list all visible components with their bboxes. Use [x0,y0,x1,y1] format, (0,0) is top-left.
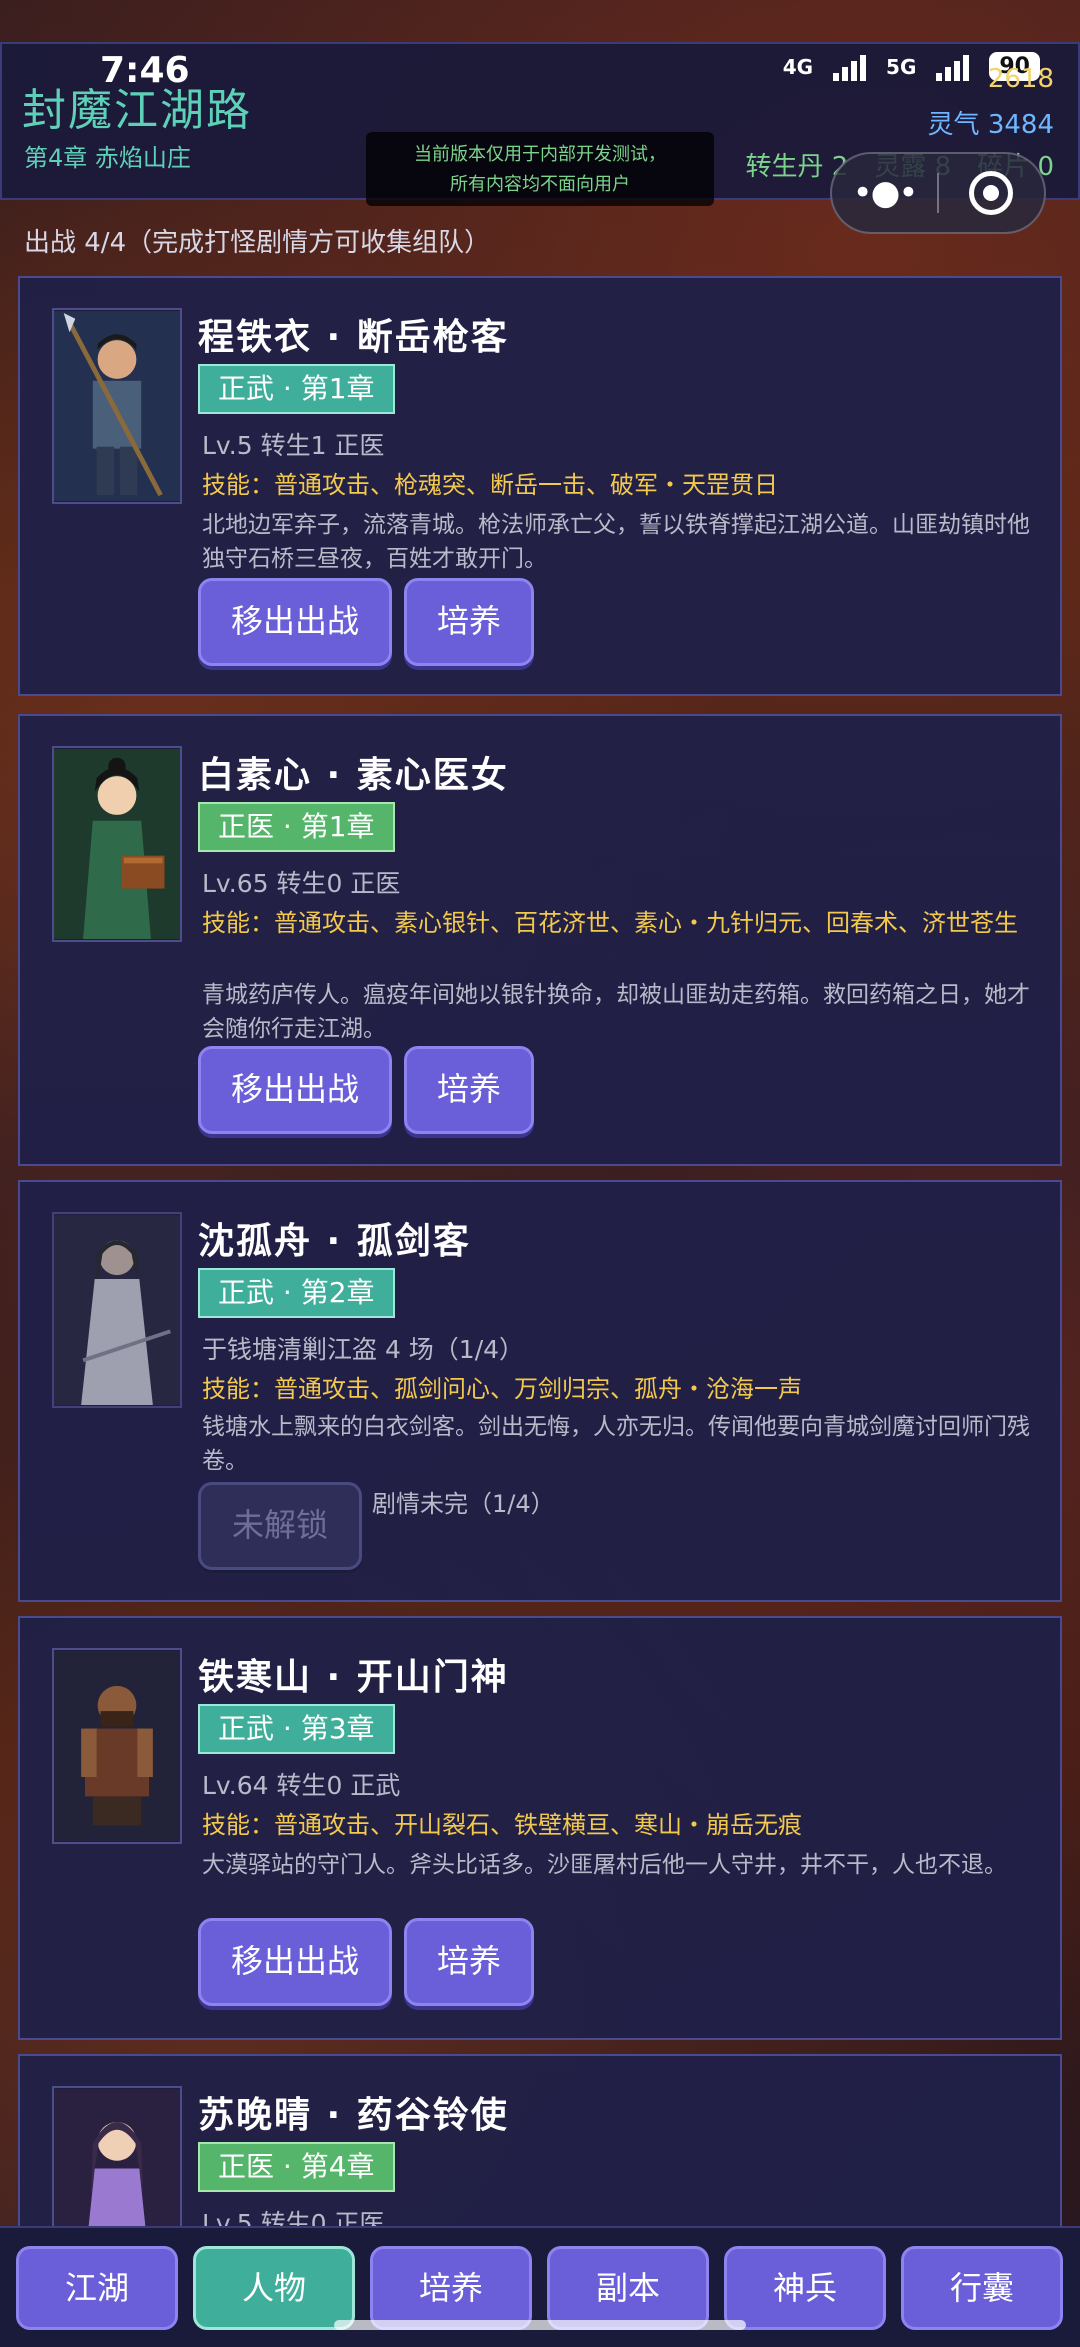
character-portrait [52,1212,182,1408]
skills-line: 技能：普通攻击、素心银针、百花济世、素心・九针归元、回春术、济世苍生 [202,909,1018,937]
home-indicator[interactable] [334,2320,746,2330]
character-name: 铁寒山 · 开山门神 [198,1657,509,1698]
close-target-icon[interactable] [939,171,1044,215]
network-5g-label: 5G [886,54,917,79]
party-count-line: 出战 4/4（完成打怪剧情方可收集组队） [24,228,491,258]
remove-from-battle-button[interactable]: 移出出战 [198,1046,392,1134]
unlock-progress: 于钱塘清剿江盗 4 场（1/4） [202,1335,525,1364]
character-name: 苏晚晴 · 药谷铃使 [198,2095,509,2136]
locked-button: 未解锁 [198,1482,362,1570]
character-meta: Lv.64 转生0 正武 [202,1771,401,1800]
character-portrait [52,1648,182,1844]
spirit-value: 3484 [987,110,1054,140]
spirit-resource: 灵气 3484 [928,104,1054,141]
faction-tag: 正武 · 第2章 [198,1268,395,1318]
story-incomplete-note: 剧情未完（1/4） [372,1490,555,1518]
character-card: 白素心 · 素心医女 正医 · 第1章 Lv.65 转生0 正医 技能：普通攻击… [18,714,1062,1166]
character-description: 大漠驿站的守门人。斧头比话多。沙匪屠村后他一人守井，井不干，人也不退。 [202,1852,1007,1878]
faction-tag: 正医 · 第4章 [198,2142,395,2192]
faction-tag: 正医 · 第1章 [198,802,395,852]
character-name: 白素心 · 素心医女 [198,755,509,796]
remove-from-battle-button[interactable]: 移出出战 [198,1918,392,2006]
chapter-label: 第4章 赤焰山庄 [24,144,191,172]
remove-from-battle-button[interactable]: 移出出战 [198,578,392,666]
skills-line: 技能：普通攻击、枪魂突、断岳一击、破军・天罡贯日 [202,471,778,499]
character-meta: Lv.5 转生1 正医 [202,431,385,460]
nav-train[interactable]: 培养 [370,2246,532,2330]
character-description: 青城药庐传人。瘟疫年间她以银针换命，却被山匪劫走药箱。救回药箱之日，她才会随你行… [202,982,1030,1042]
train-button[interactable]: 培养 [404,1046,534,1134]
character-portrait [52,746,182,942]
nav-jianghu[interactable]: 江湖 [16,2246,178,2330]
faction-tag: 正武 · 第3章 [198,1704,395,1754]
signal-icon [833,53,867,81]
gold-value: 2618 [987,64,1054,94]
train-button[interactable]: 培养 [404,1918,534,2006]
nav-weapons[interactable]: 神兵 [724,2246,886,2330]
character-name: 沈孤舟 · 孤剑客 [198,1221,471,1262]
character-card-locked: 沈孤舟 · 孤剑客 正武 · 第2章 于钱塘清剿江盗 4 场（1/4） 技能：普… [18,1180,1062,1602]
nav-characters[interactable]: 人物 [193,2246,355,2330]
game-title: 封魔江湖路 [22,85,252,136]
signal-icon [936,53,970,81]
faction-tag: 正武 · 第1章 [198,364,395,414]
character-description: 北地边军弃子，流落青城。枪法师承亡父，誓以铁脊撑起江湖公道。山匪劫镇时他独守石桥… [202,512,1030,572]
character-name: 程铁衣 · 断岳枪客 [198,317,509,358]
miniprogram-capsule: •●• [830,152,1046,234]
train-button[interactable]: 培养 [404,578,534,666]
nav-dungeon[interactable]: 副本 [547,2246,709,2330]
character-description: 钱塘水上飘来的白衣剑客。剑出无悔，人亦无归。传闻他要向青城剑魔讨回师门残卷。 [202,1414,1030,1474]
more-icon[interactable]: •●• [832,173,937,213]
character-meta: Lv.65 转生0 正医 [202,869,401,898]
character-card: 苏晚晴 · 药谷铃使 正医 · 第4章 Lv.5 转生0 正医 [18,2054,1062,2282]
spirit-label: 灵气 [927,110,980,140]
character-card: 程铁衣 · 断岳枪客 正武 · 第1章 Lv.5 转生1 正医 技能：普通攻击、… [18,276,1062,696]
dev-notice: 当前版本仅用于内部开发测试， 所有内容均不面向用户 [366,132,714,206]
skills-line: 技能：普通攻击、开山裂石、铁壁横亘、寒山・崩岳无痕 [202,1811,802,1839]
character-portrait [52,308,182,504]
nav-inventory[interactable]: 行囊 [901,2246,1063,2330]
network-4g-label: 4G [782,54,814,79]
character-card: 铁寒山 · 开山门神 正武 · 第3章 Lv.64 转生0 正武 技能：普通攻击… [18,1616,1062,2040]
skills-line: 技能：普通攻击、孤剑问心、万剑归宗、孤舟・沧海一声 [202,1375,802,1403]
